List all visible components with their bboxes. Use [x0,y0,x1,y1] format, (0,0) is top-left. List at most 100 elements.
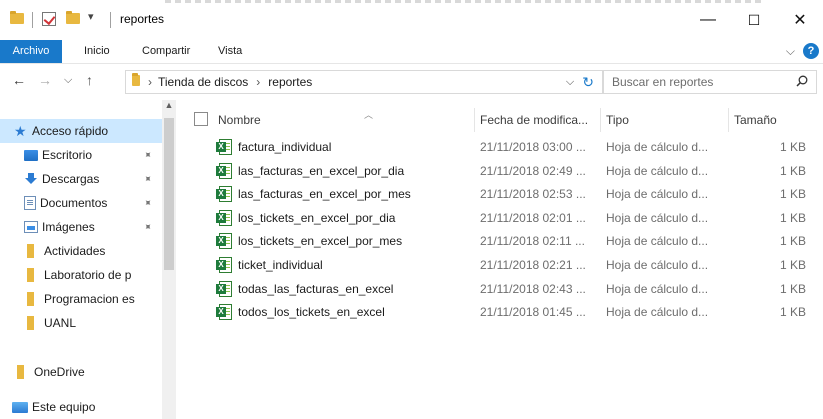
select-all-checkbox[interactable] [194,112,208,126]
nav-item-programacion[interactable]: Programacion es [0,287,162,311]
nav-item-onedrive[interactable]: OneDrive [0,360,162,384]
file-date: 21/11/2018 02:53 ... [480,187,586,202]
column-header-type[interactable]: Tipo [606,108,730,132]
star-icon: ★ [14,122,27,139]
column-header-name[interactable]: Nombre ︿ [218,108,476,132]
file-size: 1 KB [779,210,806,225]
nav-item-descargas[interactable]: Descargas ✦ [0,167,162,191]
table-row[interactable]: Xlos_tickets_en_excel_por_dia 21/11/2018 … [176,207,823,230]
nav-item-label: Actividades [44,244,106,258]
new-folder-icon[interactable] [66,11,80,27]
excel-file-icon: X [216,209,232,226]
column-divider[interactable] [600,108,601,132]
title-bar-decoration [165,0,765,3]
tab-inicio[interactable]: Inicio [76,40,118,63]
tab-vista[interactable]: Vista [210,40,250,63]
properties-icon[interactable] [42,12,56,29]
separator [32,12,33,28]
nav-item-label: Programacion es [44,292,135,306]
file-date: 21/11/2018 03:00 ... [480,140,586,154]
nav-item-documentos[interactable]: Documentos ✦ [0,191,162,215]
expand-ribbon-icon[interactable]: ⌵ [786,44,795,59]
search-icon [796,75,808,90]
table-row[interactable]: Xtodos_los_tickets_en_excel 21/11/2018 01… [176,301,823,324]
breadcrumb-separator: › [148,75,152,89]
breadcrumb-tienda-de-discos[interactable]: Tienda de discos [158,75,248,89]
folder-icon [10,11,24,27]
tab-compartir[interactable]: Compartir [134,40,198,63]
file-name: factura_individual [238,140,332,154]
excel-file-icon: X [216,304,232,321]
scroll-up-icon[interactable]: ▲ [164,100,174,110]
excel-file-icon: X [216,162,232,179]
file-type: Hoja de cálculo d... [606,210,709,225]
table-row[interactable]: Xticket_individual 21/11/2018 02:21 ... Ho… [176,254,823,277]
pin-icon: ✦ [140,172,155,186]
scrollbar-thumb[interactable] [164,118,174,270]
customize-toolbar-icon[interactable]: ▾ [88,10,94,23]
maximize-button[interactable]: ☐ [731,0,777,40]
breadcrumb-reportes[interactable]: reportes [268,75,312,89]
address-bar[interactable]: › Tienda de discos › reportes ⌵ ↻ [125,70,603,94]
file-size: 1 KB [779,187,806,202]
pin-icon: ✦ [140,196,155,210]
up-button[interactable]: ↑ [86,72,93,88]
file-type: Hoja de cálculo d... [606,305,709,320]
nav-item-label: OneDrive [34,365,85,379]
refresh-icon[interactable]: ↻ [582,74,594,91]
file-name: los_tickets_en_excel_por_dia [238,210,396,225]
sort-ascending-icon: ︿ [364,110,374,120]
nav-item-label: Acceso rápido [32,124,109,138]
address-dropdown-icon[interactable]: ⌵ [566,76,574,89]
file-size: 1 KB [779,281,806,296]
file-name: todas_las_facturas_en_excel [238,281,394,296]
file-date: 21/11/2018 02:01 ... [480,210,586,225]
nav-item-label: Escritorio [42,148,93,162]
search-input[interactable]: Buscar en reportes [612,75,713,89]
close-button[interactable]: ✕ [777,0,823,40]
table-row[interactable]: Xlas_facturas_en_excel_por_dia 21/11/2018… [176,160,823,183]
file-type: Hoja de cálculo d... [606,258,709,272]
search-box[interactable]: Buscar en reportes [603,70,817,94]
documents-icon [24,196,36,210]
column-header-date[interactable]: Fecha de modifica... [480,108,604,132]
column-header-size[interactable]: Tamaño [734,108,814,132]
nav-scrollbar[interactable]: ▲ [162,100,176,419]
help-icon[interactable]: ? [803,43,819,59]
file-type: Hoja de cálculo d... [606,281,709,296]
back-button[interactable]: ← [12,72,26,88]
computer-icon [12,401,28,413]
table-row[interactable]: Xlos_tickets_en_excel_por_mes 21/11/2018 … [176,230,823,253]
tab-archivo[interactable]: Archivo [0,40,62,63]
nav-item-acceso-rapido[interactable]: ★ Acceso rápido [0,119,162,143]
nav-item-laboratorio[interactable]: Laboratorio de p [0,263,162,287]
forward-button[interactable]: → [38,72,52,88]
file-size: 1 KB [779,163,806,178]
desktop-icon [24,149,38,161]
file-date: 21/11/2018 01:45 ... [480,305,586,320]
nav-item-este-equipo[interactable]: Este equipo [0,395,162,419]
table-row[interactable]: Xtodas_las_facturas_en_excel 21/11/2018 0… [176,278,823,301]
pictures-icon [24,221,38,233]
table-row[interactable]: Xfactura_individual 21/11/2018 03:00 ... H… [176,136,823,159]
file-date: 21/11/2018 02:43 ... [480,281,586,296]
file-type: Hoja de cálculo d... [606,140,709,154]
excel-file-icon: X [216,280,232,297]
nav-item-escritorio[interactable]: Escritorio ✦ [0,143,162,167]
nav-item-actividades[interactable]: Actividades [0,239,162,263]
column-label: Tamaño [734,113,777,127]
table-row[interactable]: Xlas_facturas_en_excel_por_mes 21/11/2018… [176,183,823,206]
column-divider[interactable] [728,108,729,132]
file-date: 21/11/2018 02:49 ... [480,163,586,178]
ribbon-controls: ⌵ ? [786,43,819,59]
title-bar: ▾ reportes — ☐ ✕ [0,0,823,40]
nav-item-uanl[interactable]: UANL [0,311,162,335]
file-type: Hoja de cálculo d... [606,234,709,249]
minimize-button[interactable]: — [685,0,731,40]
nav-item-label: UANL [44,316,77,330]
nav-item-imagenes[interactable]: Imágenes ✦ [0,215,162,239]
excel-file-icon: X [216,186,232,203]
nav-item-label: Imágenes [42,220,95,234]
column-divider[interactable] [474,108,475,132]
recent-locations-button[interactable]: ⌵ [64,74,72,87]
